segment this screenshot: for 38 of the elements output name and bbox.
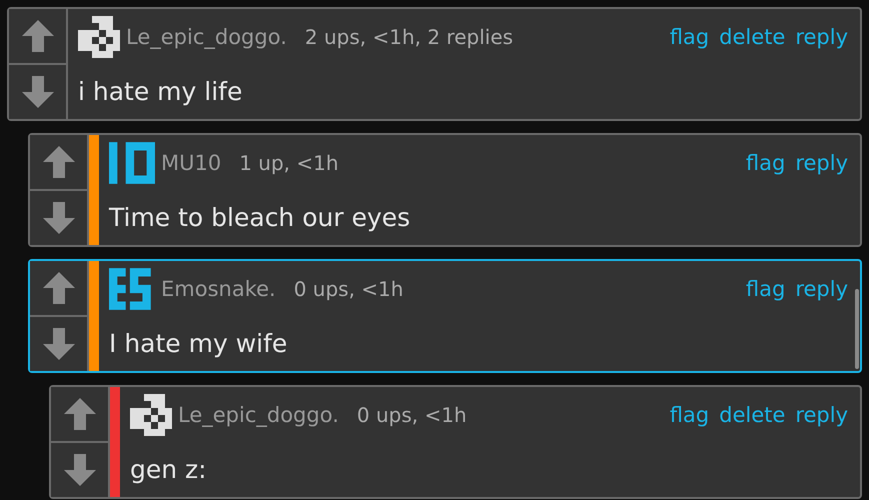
down-arrow-icon [42,326,76,362]
up-arrow-icon [62,396,96,432]
down-arrow-icon [62,452,96,488]
comment-text: I hate my wife [109,328,288,360]
action-link[interactable]: flag [746,277,786,301]
author-name[interactable]: MU10 [161,151,222,175]
action-link[interactable]: reply [795,277,848,301]
author-name[interactable]: Le_epic_doggo. [178,403,339,427]
avatar-icon [130,394,172,436]
up-arrow-icon [42,144,76,180]
author-name[interactable]: Le_epic_doggo. [126,25,287,49]
comment-text: i hate my life [78,76,244,108]
downvote-button[interactable] [30,315,87,371]
up-arrow-icon [42,270,76,306]
downvote-button[interactable] [30,189,87,245]
downvote-button[interactable] [51,441,108,497]
up-arrow-icon [20,18,54,54]
action-link[interactable]: flag [670,25,710,49]
action-link[interactable]: flag [746,151,786,175]
comment-meta: 0 ups, <1h [356,403,467,427]
avatar-icon [78,16,120,58]
scrollbar[interactable] [855,289,859,369]
comment-meta: 1 up, <1h [239,151,339,175]
action-link[interactable]: reply [795,403,848,427]
action-link[interactable]: delete [719,403,786,427]
author-name[interactable]: Emosnake. [161,277,276,301]
avatar-icon [109,142,155,184]
action-link[interactable]: flag [670,403,710,427]
action-link[interactable]: reply [795,25,848,49]
comment-text: gen z: [130,454,208,486]
downvote-button[interactable] [9,63,66,119]
action-link[interactable]: reply [795,151,848,175]
down-arrow-icon [20,74,54,110]
comment-meta: 0 ups, <1h [294,277,404,301]
comment-text: Time to bleach our eyes [109,202,412,234]
comment-meta: 2 ups, <1h, 2 replies [304,25,514,49]
down-arrow-icon [42,200,76,236]
action-link[interactable]: delete [719,25,786,49]
